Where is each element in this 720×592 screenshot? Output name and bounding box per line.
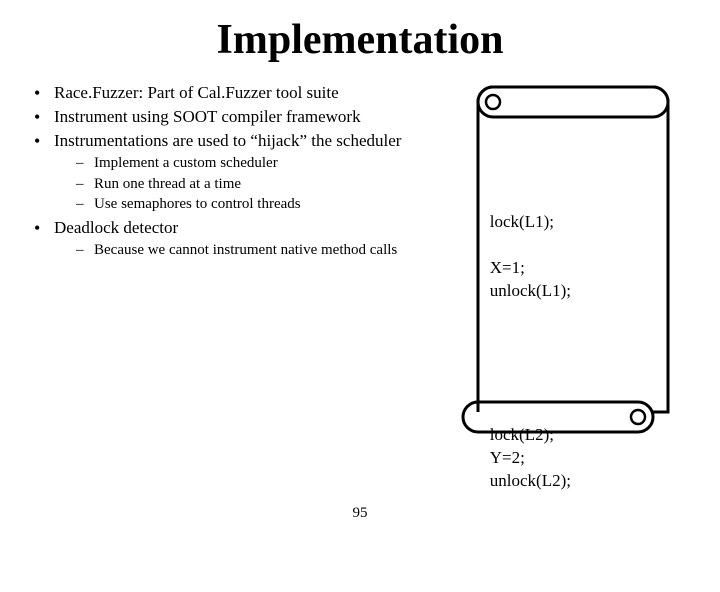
bullet-item: Instrumentations are used to “hijack” th… [30,130,428,215]
code-line: Y=2; [490,448,525,467]
bullet-item: Race.Fuzzer: Part of Cal.Fuzzer tool sui… [30,82,428,104]
bullet-list: Race.Fuzzer: Part of Cal.Fuzzer tool sui… [30,82,428,260]
bullet-text: Race.Fuzzer: Part of Cal.Fuzzer tool sui… [54,83,339,102]
sub-bullet-text: Use semaphores to control threads [94,196,301,212]
bullet-item: Deadlock detector Because we cannot inst… [30,217,428,261]
slide: Implementation Race.Fuzzer: Part of Cal.… [0,0,720,540]
code-line: unlock(L2); [490,471,571,490]
bullet-item: Instrument using SOOT compiler framework [30,106,428,128]
slide-body: Race.Fuzzer: Part of Cal.Fuzzer tool sui… [30,82,690,442]
code-line: X=1; [490,258,525,277]
bullet-text: Instrument using SOOT compiler framework [54,107,361,126]
sub-bullet-text: Run one thread at a time [94,176,241,192]
code-snippet: lock(L1); X=1; unlock(L1); lock(L2); Y=2… [490,142,670,592]
bullet-text: Deadlock detector [54,218,178,237]
sub-bullet-text: Because we cannot instrument native meth… [94,242,397,258]
sub-bullet-item: Use semaphores to control threads [54,195,428,215]
code-block-2: lock(L2); Y=2; unlock(L2); [490,401,670,516]
sub-bullet-item: Run one thread at a time [54,175,428,195]
slide-title: Implementation [30,16,690,64]
sub-bullet-item: Because we cannot instrument native meth… [54,241,428,261]
bullet-text: Instrumentations are used to “hijack” th… [54,131,401,150]
sub-bullet-item: Implement a custom scheduler [54,154,428,174]
left-column: Race.Fuzzer: Part of Cal.Fuzzer tool sui… [30,82,428,442]
code-line: lock(L1); [490,212,554,231]
code-block-1: lock(L1); X=1; unlock(L1); [490,188,670,326]
sub-bullet-list: Because we cannot instrument native meth… [54,241,428,261]
right-column: lock(L1); X=1; unlock(L1); lock(L2); Y=2… [438,82,690,442]
code-line: unlock(L1); [490,281,571,300]
page-number: 95 [0,505,720,522]
code-line: lock(L2); [490,425,554,444]
sub-bullet-list: Implement a custom scheduler Run one thr… [54,154,428,215]
sub-bullet-text: Implement a custom scheduler [94,155,278,171]
